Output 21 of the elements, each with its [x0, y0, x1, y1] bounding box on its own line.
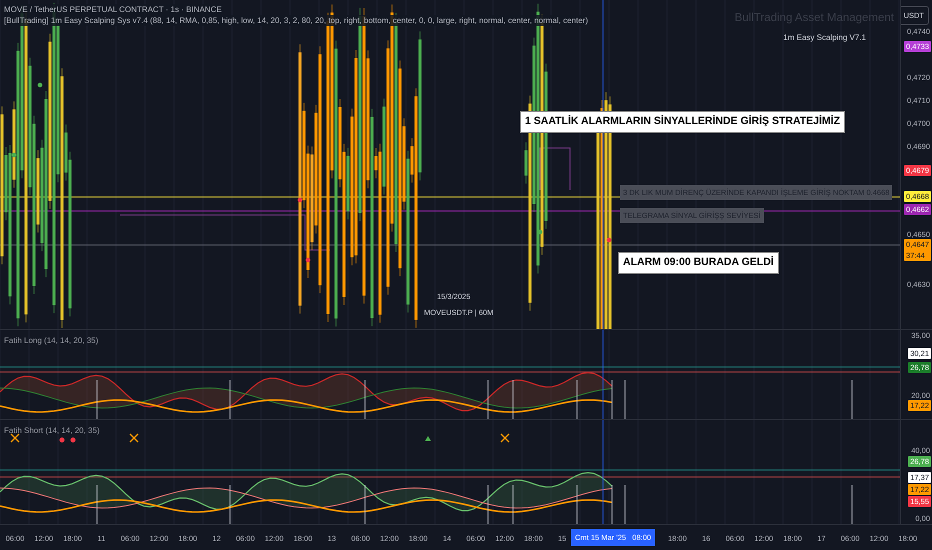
x-marker-icon — [500, 433, 510, 443]
chart-annotation: 1 SAATLİK ALARMLARIN SİNYALLERİNDE GİRİŞ STRATEJİMİZ — [520, 111, 846, 133]
signal-tick-line — [576, 484, 578, 524]
signal-tick-line — [364, 484, 366, 524]
signal-tick-line — [512, 484, 514, 524]
x-marker-icon — [129, 433, 139, 443]
indicator-settings-text: [BullTrading] 1m Easy Scalping Sys v7.4 (88, 14, RMA, 0,85, high, low, 14, 20, 3, 2, 80, 20, top, right, bottom, center, 0, 0, large, right, normal, center, normal, center) — [4, 15, 588, 26]
x-marker-icon — [10, 433, 20, 443]
triangle-marker-icon — [425, 436, 431, 441]
signal-tick-line — [512, 380, 514, 419]
signal-tick-line — [624, 484, 626, 524]
indicator-title: Fatih Long (14, 14, 20, 35) — [4, 335, 98, 347]
signal-tick-line — [96, 380, 98, 419]
symbol-title: MOVE / TetherUS PERPETUAL CONTRACT · 1s · BINANCE — [4, 4, 222, 15]
indicator-title: Fatih Short (14, 14, 20, 35) — [4, 425, 100, 437]
version-text: 1m Easy Scalping V7.1 — [783, 32, 866, 44]
chart-annotation: ALARM 09:00 BURADA GELDİ — [618, 252, 779, 274]
signal-tick-line — [624, 380, 626, 419]
signal-tick-line — [576, 380, 578, 419]
signal-tick-line — [364, 380, 366, 419]
signal-tick-line — [96, 484, 98, 524]
